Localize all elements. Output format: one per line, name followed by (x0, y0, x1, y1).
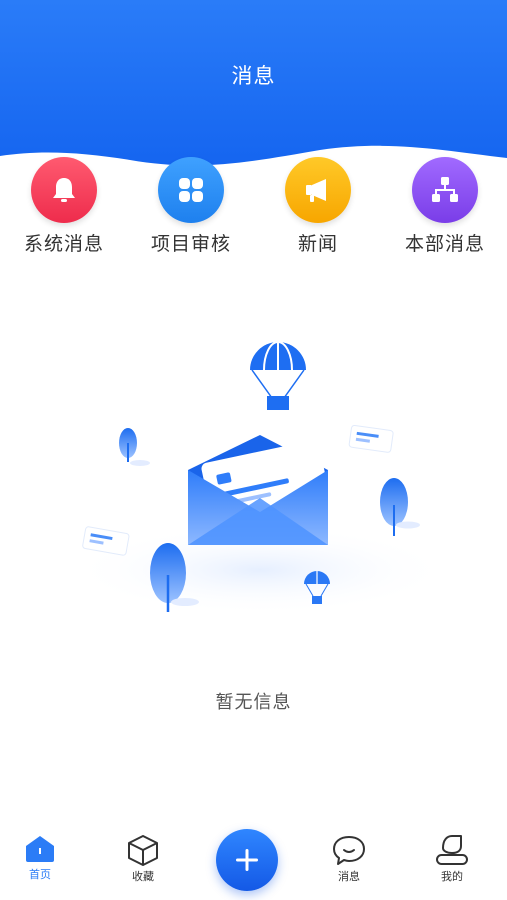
plus-icon (236, 849, 258, 871)
tab-home[interactable]: 首页 (0, 834, 80, 882)
tab-label: 首页 (29, 868, 51, 881)
tab-label: 消息 (338, 870, 360, 883)
parachute-icon (250, 341, 306, 410)
category-project-review[interactable]: 项目审核 (131, 157, 251, 256)
page-title: 消息 (231, 64, 276, 88)
home-icon (26, 836, 54, 862)
add-button[interactable] (216, 829, 278, 891)
hierarchy-icon (412, 157, 478, 223)
header-banner: 消息 (0, 0, 507, 175)
cube-icon (128, 835, 158, 866)
category-row: 系统消息 项目审核 新闻 本部消息 (0, 157, 507, 257)
grid-icon (158, 157, 224, 223)
tab-label: 收藏 (132, 870, 154, 883)
tab-profile[interactable]: 我的 (412, 834, 492, 884)
tab-label: 我的 (441, 870, 463, 883)
category-department-messages[interactable]: 本部消息 (385, 157, 505, 256)
empty-state-text: 暂无信息 (215, 692, 292, 713)
bell-icon (31, 157, 97, 223)
category-label: 系统消息 (23, 233, 104, 255)
category-label: 项目审核 (150, 233, 231, 255)
chat-icon (333, 836, 365, 865)
tab-favorites[interactable]: 收藏 (103, 834, 183, 884)
user-icon (436, 835, 468, 865)
category-label: 新闻 (297, 233, 338, 255)
tab-messages[interactable]: 消息 (309, 834, 389, 884)
category-news[interactable]: 新闻 (258, 157, 378, 256)
category-system-messages[interactable]: 系统消息 (4, 157, 124, 256)
category-label: 本部消息 (404, 233, 485, 255)
empty-state-illustration (60, 330, 460, 624)
megaphone-icon (285, 157, 351, 223)
